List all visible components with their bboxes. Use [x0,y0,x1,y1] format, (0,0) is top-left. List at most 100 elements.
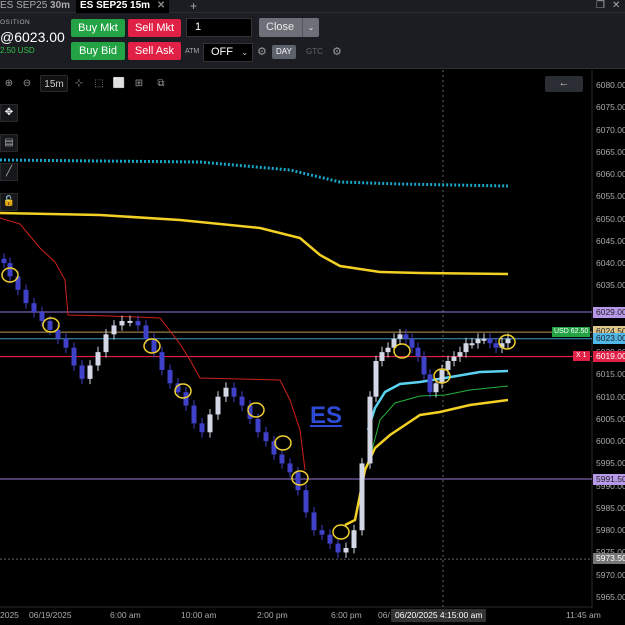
candle-body [487,338,493,344]
symbol-annotation: ES [310,402,343,429]
line-tool-icon[interactable]: ╱ [0,163,18,181]
candle-body [167,369,173,384]
price-tick: 6040.00 [596,258,625,269]
price-tick: 6050.00 [596,213,625,224]
candle-body [159,352,165,370]
draw-tools-icon[interactable]: ⬜ [112,75,126,92]
price-tick: 6060.00 [596,169,625,180]
candle-body [359,463,365,531]
price-tick: 5985.00 [596,502,625,513]
candle-body [427,374,433,393]
price-tick: 6010.00 [596,391,625,402]
price-tick: 6005.00 [596,413,625,424]
indicator-icon[interactable]: ⊞ [132,75,146,92]
notes-tool-icon[interactable]: ▤ [0,134,18,152]
upper-line-price-label: 6029.00 [593,307,625,318]
crosshair-time-label: 06/20/2025 4:15:00 am [391,609,487,622]
candle-body [343,548,349,553]
candle-body [433,383,439,393]
price-tick: 5980.00 [596,525,625,536]
candle-body [199,423,205,433]
time-tick: 06/ [378,610,390,620]
candle-body [71,347,77,366]
vwap-line [0,211,509,276]
candle-body [439,369,445,384]
candle-body [295,472,301,491]
time-tick: 11:45 am [566,610,601,620]
candle-body [135,320,141,326]
interval-button[interactable]: 15m [40,75,68,92]
candle-body [47,320,53,330]
low-line-price-label: 5973.50 [593,553,625,564]
green-line [371,385,509,451]
time-tick: 2:00 pm [257,610,288,620]
candle-body [223,387,229,397]
candle-body [367,396,373,464]
candle-body [95,352,101,366]
candle-body [409,338,415,348]
candle-body [421,356,427,375]
lower-line-price-label: 5991.50 [593,474,625,485]
candle-body [493,343,499,348]
zoom-out-icon[interactable]: ⊖ [20,75,34,92]
select-area-icon[interactable]: ⬚ [92,75,106,92]
time-tick: 10:00 am [181,610,217,620]
time-tick: 6:00 am [110,610,141,620]
time-tick: 6:00 pm [331,610,362,620]
candle-body [335,543,341,553]
highlight-circle [274,435,292,451]
candle-body [119,320,125,326]
time-tick: 06/19/2025 [29,610,72,620]
candle-body [457,352,463,357]
candle-body [255,418,261,433]
candle-body [39,312,45,321]
price-tick: 6065.00 [596,146,625,157]
candle-body [451,356,457,362]
price-tick: 6000.00 [596,436,625,447]
candle-body [79,365,85,379]
candle-body [7,263,13,277]
candle-body [469,343,475,346]
candle-body [23,289,29,304]
candle-body [279,454,285,464]
candle-body [63,338,69,348]
position-price-label: 6023.00 [593,333,625,344]
trading-window: ES SEP25 30m ✕ ES SEP25 15m ✕ + ❐ ✕ OSIT… [0,0,625,625]
candle-body [463,343,469,353]
zoom-in-icon[interactable]: ⊕ [2,75,16,92]
candle-body [351,530,357,549]
candle-body [373,361,379,397]
lock-tool-icon[interactable]: 🔓 [0,193,18,211]
pointer-tool-icon[interactable]: ✥ [0,104,18,122]
upper-dotted-band [0,158,509,188]
candle-body [215,396,221,415]
highlight-circle [393,343,411,359]
candle-body [445,361,451,370]
candle-body [311,512,317,531]
candle-body [303,490,309,513]
indicator-lines [0,158,592,560]
cyan-line [366,369,509,431]
highlight-circles [1,267,516,540]
price-tick: 6015.00 [596,369,625,380]
candle-body [481,338,487,341]
candle-body [231,387,237,397]
candle-body [183,392,189,406]
stop-price-label: 6019.00 [593,351,625,362]
candle-body [287,463,293,473]
back-arrow-icon[interactable]: ← [545,76,583,92]
price-tick: 5970.00 [596,569,625,580]
copy-icon[interactable]: ⧉ [154,75,168,92]
price-tick: 6075.00 [596,102,625,113]
price-tick: 6070.00 [596,124,625,135]
price-chart[interactable] [0,0,625,625]
candle-body [239,396,245,406]
position-pnl-tag[interactable]: USD 62.50 [552,327,591,337]
candle-body [505,338,511,344]
crosshair-icon[interactable]: ⊹ [72,75,86,92]
candle-body [143,325,149,339]
candle-body [263,432,269,442]
candle-body [397,334,403,339]
candle-body [127,320,133,323]
stop-order-tag[interactable]: X 1 [573,351,590,361]
